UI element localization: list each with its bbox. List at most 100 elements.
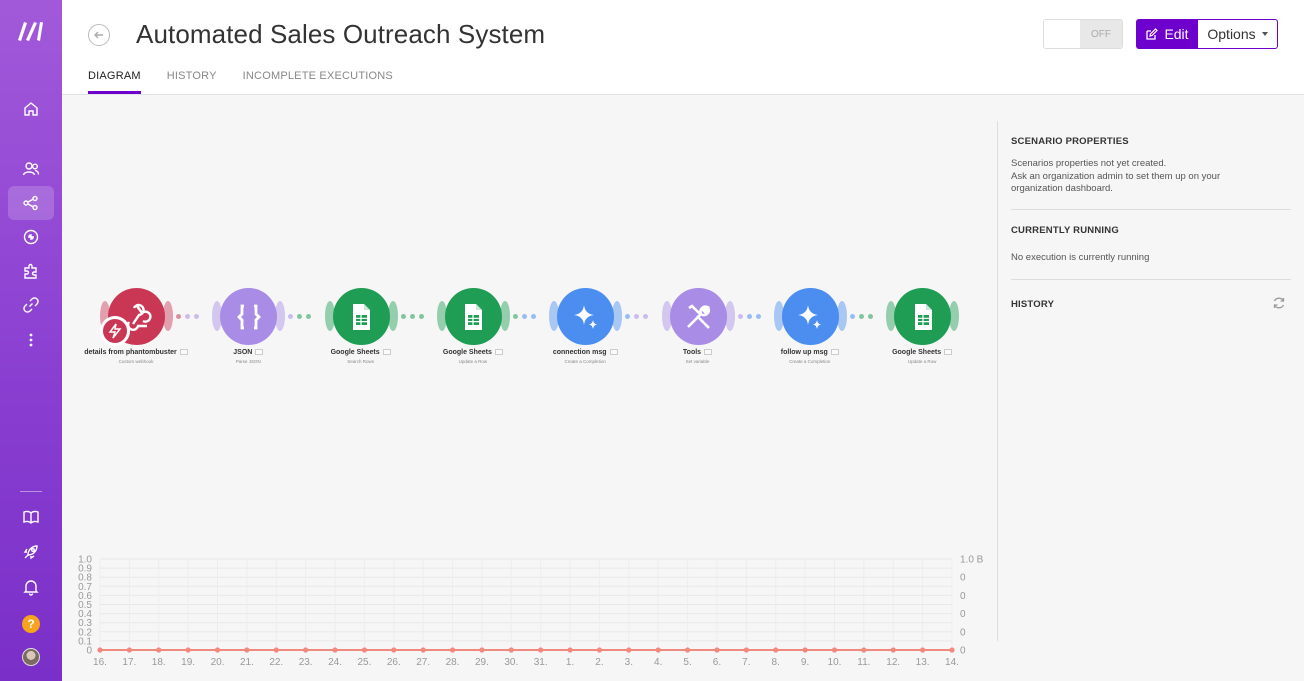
module-name: Tools <box>642 349 754 356</box>
data-point <box>773 647 779 653</box>
x-tick-label: 29. <box>475 657 489 668</box>
avatar[interactable] <box>22 648 40 666</box>
module-node[interactable]: JSON Parse JSON <box>192 288 304 378</box>
module-name-text: follow up msg <box>780 349 828 356</box>
data-point <box>567 647 573 653</box>
x-tick-label: 18. <box>152 657 166 668</box>
sheets-icon[interactable] <box>444 288 502 345</box>
module-id-badge <box>704 349 713 356</box>
bell-icon[interactable] <box>8 570 54 604</box>
rocket-icon[interactable] <box>8 535 54 569</box>
y2-tick-label: 1.0 B <box>960 555 984 566</box>
scenarios-icon[interactable] <box>8 186 54 220</box>
scenario-properties-text: Scenarios properties not yet created. As… <box>1011 158 1221 194</box>
history-title: HISTORY <box>1011 299 1055 310</box>
data-point <box>508 647 514 653</box>
back-button[interactable] <box>88 24 110 46</box>
json-icon[interactable] <box>220 288 278 345</box>
arrow-left-icon <box>94 31 103 39</box>
link-dot <box>625 314 631 319</box>
module-name: follow up msg <box>754 349 866 356</box>
templates-icon[interactable] <box>8 220 54 254</box>
module-name-text: Tools <box>682 349 702 356</box>
module-subtitle: Create a Completion <box>564 359 606 364</box>
x-tick-label: 22. <box>269 657 283 668</box>
data-point <box>303 647 309 653</box>
module-node[interactable]: Tools Set variable <box>642 288 754 378</box>
data-point <box>861 647 867 653</box>
more-icon[interactable] <box>8 323 54 357</box>
y2-tick-label: 0 <box>960 627 966 638</box>
x-tick-label: 24. <box>328 657 342 668</box>
apps-icon[interactable] <box>8 254 54 288</box>
scheduling-toggle[interactable]: OFF <box>1043 19 1123 49</box>
y2-tick-label: 0 <box>960 609 966 620</box>
x-tick-label: 8. <box>772 657 780 668</box>
link-dot <box>297 314 303 319</box>
data-point <box>214 647 221 653</box>
data-point <box>449 647 456 653</box>
tabs: DIAGRAM HISTORY INCOMPLETE EXECUTIONS <box>88 70 419 94</box>
data-point <box>714 647 720 653</box>
tab-incomplete-executions[interactable]: INCOMPLETE EXECUTIONS <box>243 70 393 94</box>
edit-icon <box>1146 27 1159 40</box>
scenario-canvas[interactable]: details from phantombuster Custom webhook… <box>62 96 997 681</box>
divider <box>1011 209 1291 210</box>
module-id-badge <box>944 349 953 356</box>
sheets-icon[interactable] <box>894 288 952 345</box>
connections-icon[interactable] <box>8 288 54 322</box>
data-point <box>97 647 103 653</box>
x-tick-label: 2. <box>595 657 603 668</box>
data-point <box>185 647 191 653</box>
x-tick-label: 1. <box>566 657 574 668</box>
module-subtitle: Search Rows <box>347 359 374 364</box>
make-logo[interactable] <box>16 18 46 42</box>
sparkle-icon[interactable] <box>781 288 839 345</box>
module-name: JSON <box>192 349 304 356</box>
module-name: Google Sheets <box>866 349 978 356</box>
tab-diagram[interactable]: DIAGRAM <box>88 70 141 94</box>
data-point <box>391 647 397 653</box>
tab-history[interactable]: HISTORY <box>167 70 217 94</box>
home-icon[interactable] <box>8 92 54 126</box>
x-tick-label: 4. <box>654 657 662 668</box>
data-point <box>273 647 279 653</box>
instant-trigger-icon <box>100 316 130 346</box>
link-dot <box>400 314 406 319</box>
x-tick-label: 3. <box>625 657 633 668</box>
sheets-icon[interactable] <box>332 288 390 345</box>
sparkle-icon[interactable] <box>557 288 615 345</box>
edit-button[interactable]: Edit <box>1136 19 1198 49</box>
module-id-badge <box>382 349 391 356</box>
module-node[interactable]: follow up msg Create a Completion <box>754 288 866 378</box>
data-point <box>920 647 926 653</box>
module-node[interactable]: Google Sheets Search Rows <box>305 288 417 378</box>
data-point <box>156 647 162 653</box>
tools-icon[interactable] <box>669 288 727 345</box>
x-tick-label: 21. <box>240 657 254 668</box>
help-icon[interactable]: ? <box>22 615 40 633</box>
divider <box>1011 279 1291 280</box>
module-name-text: Google Sheets <box>892 349 942 356</box>
link-dot <box>521 314 527 319</box>
scenario-properties-title: SCENARIO PROPERTIES <box>1011 136 1129 147</box>
x-tick-label: 7. <box>742 657 750 668</box>
module-id-badge <box>179 349 188 356</box>
module-node[interactable]: Google Sheets Update a Row <box>417 288 529 378</box>
module-subtitle: Custom webhook <box>118 359 154 364</box>
execution-chart: 1.0 0.9 0.8 0.7 0.6 0.5 0.4 0.3 0.2 0.1 0 16. 17. 18.… <box>62 551 997 681</box>
module-node[interactable]: details from phantombuster Custom webhook <box>80 288 192 378</box>
module-node[interactable]: connection msg Create a Completion <box>529 288 641 378</box>
x-tick-label: 31. <box>534 657 548 668</box>
data-point <box>332 647 338 653</box>
data-point <box>126 647 132 653</box>
team-icon[interactable] <box>8 152 54 186</box>
x-tick-label: 19. <box>181 657 195 668</box>
options-button[interactable]: Options <box>1197 19 1278 49</box>
module-node[interactable]: Google Sheets Update a Row <box>866 288 978 378</box>
refresh-icon[interactable] <box>1272 296 1286 310</box>
x-tick-label: 11. <box>857 657 870 668</box>
module-id-badge <box>255 349 264 356</box>
data-point <box>626 647 632 653</box>
docs-icon[interactable] <box>8 500 54 534</box>
